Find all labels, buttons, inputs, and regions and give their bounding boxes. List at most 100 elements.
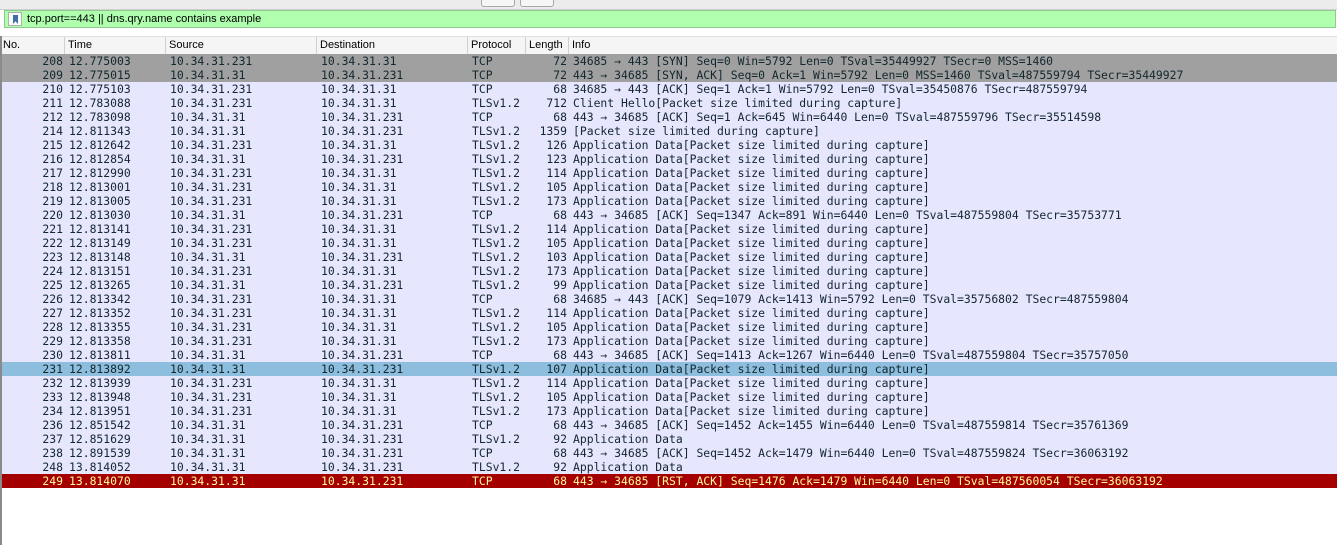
packet-destination: 10.34.31.231 [321,362,404,376]
packet-row-selected[interactable]: 231 12.813892 10.34.31.31 10.34.31.231 TLSv1… [2,362,1337,376]
packet-time: 12.812854 [69,152,131,166]
packet-list-header: No. Time Source Destination Protocol Len… [0,36,1337,55]
packet-info: Application Data[Packet size limited dur… [573,362,930,376]
filter-bookmark-button[interactable] [8,12,22,26]
packet-row[interactable]: 228 12.813355 10.34.31.231 10.34.31.31 TLSv1… [2,320,1337,334]
packet-no: 217 [42,166,63,180]
packet-row[interactable]: 209 12.775015 10.34.31.31 10.34.31.231 TCP 72… [2,68,1337,82]
packet-source: 10.34.31.31 [170,208,246,222]
column-header-source[interactable]: Source [166,37,317,54]
packet-destination: 10.34.31.31 [321,404,397,418]
packet-row[interactable]: 221 12.813141 10.34.31.231 10.34.31.31 TLSv1… [2,222,1337,236]
packet-info: Application Data[Packet size limited dur… [573,334,930,348]
column-header-no[interactable]: No. [0,37,65,54]
packet-source: 10.34.31.231 [170,264,253,278]
packet-protocol: TLSv1.2 [472,306,521,320]
packet-time: 12.813030 [69,208,131,222]
packet-time: 12.813151 [69,264,131,278]
packet-row[interactable]: 234 12.813951 10.34.31.231 10.34.31.31 TLSv1… [2,404,1337,418]
packet-row[interactable]: 225 12.813265 10.34.31.31 10.34.31.231 TLSv1… [2,278,1337,292]
display-filter-input[interactable] [27,11,1317,27]
packet-info: Application Data[Packet size limited dur… [573,320,930,334]
packet-protocol: TLSv1.2 [472,96,521,110]
toolbar-button[interactable] [520,0,554,7]
packet-length: 105 [546,180,567,194]
packet-row[interactable]: 226 12.813342 10.34.31.231 10.34.31.31 TCP 68… [2,292,1337,306]
packet-protocol: TLSv1.2 [472,166,521,180]
packet-no: 248 [42,460,63,474]
packet-row[interactable]: 230 12.813811 10.34.31.31 10.34.31.231 TCP 68… [2,348,1337,362]
packet-time: 12.811343 [69,124,131,138]
column-header-destination[interactable]: Destination [317,37,468,54]
packet-source: 10.34.31.31 [170,348,246,362]
packet-time: 12.813141 [69,222,131,236]
packet-length: 126 [546,138,567,152]
packet-destination: 10.34.31.31 [321,334,397,348]
packet-row[interactable]: 216 12.812854 10.34.31.31 10.34.31.231 TLSv1… [2,152,1337,166]
column-header-protocol[interactable]: Protocol [468,37,526,54]
packet-source: 10.34.31.231 [170,222,253,236]
packet-source: 10.34.31.231 [170,180,253,194]
packet-row[interactable]: 215 12.812642 10.34.31.231 10.34.31.31 TLSv1… [2,138,1337,152]
column-header-info[interactable]: Info [569,37,1337,54]
packet-source: 10.34.31.31 [170,68,246,82]
packet-info: 443 → 34685 [ACK] Seq=1413 Ack=1267 Win=… [573,348,1129,362]
packet-protocol: TLSv1.2 [472,264,521,278]
packet-time: 12.813148 [69,250,131,264]
packet-row[interactable]: 218 12.813001 10.34.31.231 10.34.31.31 TLSv1… [2,180,1337,194]
packet-length: 123 [546,152,567,166]
packet-row[interactable]: 217 12.812990 10.34.31.231 10.34.31.31 TLSv1… [2,166,1337,180]
packet-source: 10.34.31.231 [170,96,253,110]
packet-row[interactable]: 232 12.813939 10.34.31.231 10.34.31.31 TLSv1… [2,376,1337,390]
packet-row[interactable]: 211 12.783088 10.34.31.231 10.34.31.31 TLSv1… [2,96,1337,110]
packet-length: 68 [553,110,567,124]
packet-info: 443 → 34685 [ACK] Seq=1347 Ack=891 Win=6… [573,208,1122,222]
packet-protocol: TCP [472,54,493,68]
packet-protocol: TLSv1.2 [472,138,521,152]
packet-source: 10.34.31.231 [170,320,253,334]
packet-source: 10.34.31.31 [170,152,246,166]
packet-row[interactable]: 224 12.813151 10.34.31.231 10.34.31.31 TLSv1… [2,264,1337,278]
column-header-length[interactable]: Length [526,37,569,54]
packet-time: 13.814052 [69,460,131,474]
packet-row[interactable]: 208 12.775003 10.34.31.231 10.34.31.31 TCP 72… [2,54,1337,68]
packet-source: 10.34.31.231 [170,334,253,348]
packet-info: Application Data[Packet size limited dur… [573,152,930,166]
packet-row[interactable]: 229 12.813358 10.34.31.231 10.34.31.31 TLSv1… [2,334,1337,348]
packet-length: 1359 [539,124,567,138]
packet-info: Client Hello[Packet size limited during … [573,96,903,110]
packet-row[interactable]: 248 13.814052 10.34.31.31 10.34.31.231 TLSv1… [2,460,1337,474]
packet-time: 12.813001 [69,180,131,194]
packet-row[interactable]: 222 12.813149 10.34.31.231 10.34.31.31 TLSv1… [2,236,1337,250]
packet-row[interactable]: 238 12.891539 10.34.31.31 10.34.31.231 TCP 68… [2,446,1337,460]
packet-length: 114 [546,166,567,180]
packet-info: Application Data[Packet size limited dur… [573,194,930,208]
packet-row[interactable]: 233 12.813948 10.34.31.231 10.34.31.31 TLSv1… [2,390,1337,404]
packet-row[interactable]: 212 12.783098 10.34.31.31 10.34.31.231 TCP 68… [2,110,1337,124]
packet-protocol: TLSv1.2 [472,432,521,446]
packet-row[interactable]: 223 12.813148 10.34.31.31 10.34.31.231 TLSv1… [2,250,1337,264]
packet-info: 443 → 34685 [SYN, ACK] Seq=0 Ack=1 Win=5… [573,68,1184,82]
packet-protocol: TCP [472,292,493,306]
column-header-time[interactable]: Time [65,37,166,54]
packet-row[interactable]: 237 12.851629 10.34.31.31 10.34.31.231 TLSv1… [2,432,1337,446]
packet-destination: 10.34.31.231 [321,250,404,264]
packet-length: 105 [546,236,567,250]
packet-row[interactable]: 210 12.775103 10.34.31.231 10.34.31.31 TCP 68… [2,82,1337,96]
packet-no: 227 [42,306,63,320]
packet-info: Application Data[Packet size limited dur… [573,404,930,418]
packet-time: 12.813355 [69,320,131,334]
packet-destination: 10.34.31.31 [321,138,397,152]
packet-row[interactable]: 220 12.813030 10.34.31.31 10.34.31.231 TCP 68… [2,208,1337,222]
packet-length: 114 [546,306,567,320]
packet-no: 232 [42,376,63,390]
toolbar-button[interactable] [481,0,515,7]
packet-destination: 10.34.31.31 [321,320,397,334]
packet-row[interactable]: 227 12.813352 10.34.31.231 10.34.31.31 TLSv1… [2,306,1337,320]
packet-row[interactable]: 214 12.811343 10.34.31.31 10.34.31.231 TLSv1… [2,124,1337,138]
packet-row[interactable]: 219 12.813005 10.34.31.231 10.34.31.31 TLSv1… [2,194,1337,208]
packet-no: 222 [42,236,63,250]
packet-length: 68 [553,82,567,96]
packet-row[interactable]: 249 13.814070 10.34.31.31 10.34.31.231 TCP 68… [2,474,1337,488]
packet-row[interactable]: 236 12.851542 10.34.31.31 10.34.31.231 TCP 68… [2,418,1337,432]
